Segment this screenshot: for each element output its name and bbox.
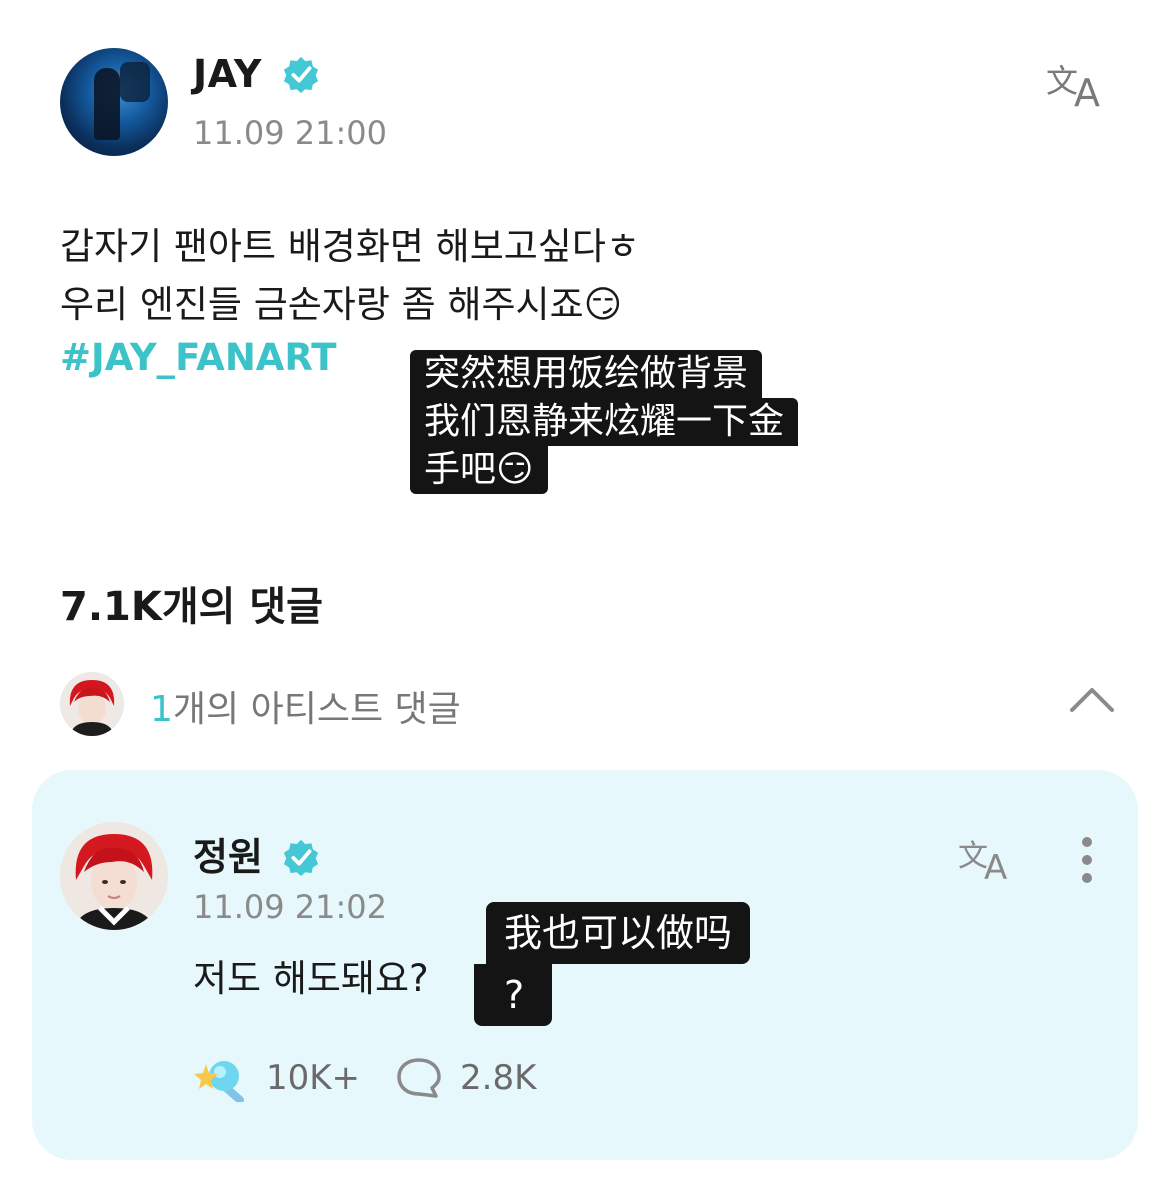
verified-badge-icon	[283, 56, 318, 93]
translation-subtitle-1: 突然想用饭绘做背景 我们恩静来炫耀一下金 手吧😏	[410, 350, 799, 494]
artist-avatar-small[interactable]	[60, 672, 124, 736]
author-name[interactable]: JAY	[193, 52, 262, 96]
svg-text:A: A	[1074, 71, 1100, 110]
comments-count-title: 7.1K개의 댓글	[60, 584, 323, 630]
post-timestamp: 11.09 21:00	[193, 114, 387, 152]
avatar-portrait	[60, 822, 168, 930]
subtitle-line: 我们恩静来炫耀一下金	[410, 398, 799, 446]
speech-bubble-icon[interactable]	[396, 1056, 442, 1100]
avatar-figure-2	[120, 62, 150, 102]
post-body: 갑자기 팬아트 배경화면 해보고싶다ㅎ 우리 엔진들 금손자랑 좀 해주시죠😏	[60, 218, 640, 334]
subtitle-line: 我也可以做吗	[486, 902, 751, 964]
artist-comment-label: 개의 아티스트 댓글	[172, 689, 461, 730]
post-body-line-1: 갑자기 팬아트 배경화면 해보고싶다ㅎ	[60, 225, 640, 268]
commenter-avatar[interactable]	[60, 822, 168, 930]
like-count: 10K+	[266, 1058, 361, 1098]
verified-badge-icon	[284, 839, 319, 876]
avatar-portrait	[60, 672, 124, 736]
post-body-line-2: 우리 엔진들 금손자랑 좀 해주시죠😏	[60, 283, 623, 326]
translate-icon[interactable]: 文 A	[1044, 58, 1112, 110]
author-avatar[interactable]	[60, 48, 168, 156]
artist-comments-toggle[interactable]: 1개의 아티스트 댓글	[150, 680, 461, 732]
comment-text: 저도 해도돼요?	[193, 957, 429, 1000]
svg-text:A: A	[984, 848, 1007, 882]
author-name-row[interactable]: JAY	[193, 52, 320, 96]
subtitle-line: 手吧😏	[410, 446, 548, 494]
commenter-name-row[interactable]: 정원	[193, 826, 320, 881]
subtitle-line: 突然想用饭绘做背景	[410, 350, 763, 398]
hashtag-link[interactable]: #JAY_FANART	[60, 336, 337, 379]
translation-subtitle-2: 我也可以做吗 ?	[474, 902, 751, 1026]
more-vertical-icon[interactable]	[1078, 836, 1096, 886]
comment-timestamp: 11.09 21:02	[193, 888, 387, 926]
avatar-figure	[94, 68, 120, 140]
sparkle-lightstick-icon[interactable]	[194, 1056, 248, 1102]
chevron-up-icon[interactable]	[1068, 684, 1116, 714]
subtitle-line: ?	[474, 964, 553, 1026]
translate-icon[interactable]: 文 A	[956, 834, 1020, 882]
commenter-name[interactable]: 정원	[193, 835, 263, 879]
reply-count: 2.8K	[460, 1058, 537, 1098]
artist-comment-count: 1	[150, 689, 173, 730]
